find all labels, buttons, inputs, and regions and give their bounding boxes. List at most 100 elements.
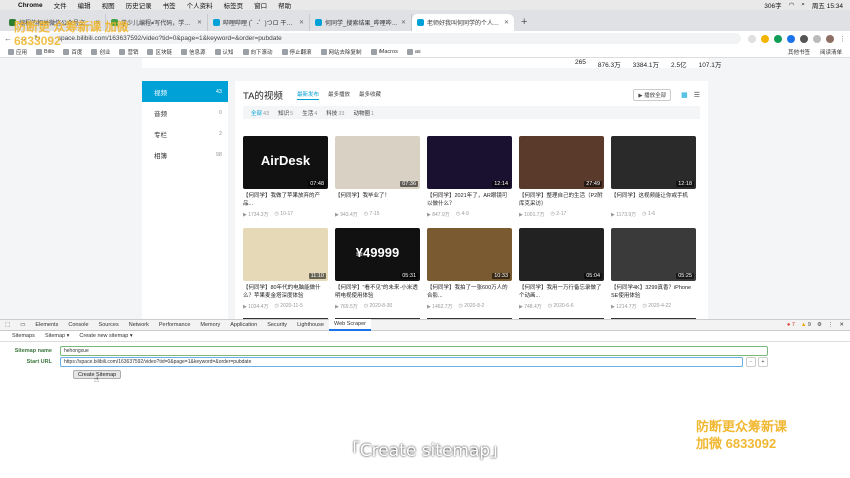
- sort-most-played[interactable]: 最多播放: [328, 90, 350, 100]
- devtools-tab-performance[interactable]: Performance: [154, 319, 196, 331]
- devtools-tab-sources[interactable]: Sources: [94, 319, 124, 331]
- menu-edit[interactable]: 编辑: [78, 0, 91, 10]
- devtools-tab-security[interactable]: Security: [262, 319, 292, 331]
- menu-help[interactable]: 帮助: [278, 0, 291, 10]
- app-menu[interactable]: Chrome: [18, 2, 43, 9]
- video-title[interactable]: 【何同学】我做了苹果放弃的产品...: [243, 192, 328, 208]
- sidebar-item-albums[interactable]: 相簿 98: [142, 144, 228, 165]
- other-bookmarks[interactable]: 其他书签: [788, 48, 810, 56]
- browser-tab-active[interactable]: 老师好我叫何同学的个人空间_哔✕: [412, 14, 514, 31]
- sitemap-name-input[interactable]: hehongxue: [60, 346, 768, 356]
- menu-history[interactable]: 历史记录: [126, 0, 152, 10]
- video-card[interactable]: 11:10 【何同学】80年代的电脑能做什么？苹果麦金塔深度体验 ▶ 1034.4万…: [243, 228, 328, 312]
- bookmark-item[interactable]: 认知: [214, 48, 234, 56]
- error-count[interactable]: ● 7: [787, 322, 795, 328]
- devtools-tab-memory[interactable]: Memory: [195, 319, 225, 331]
- video-thumbnail[interactable]: 05:04: [519, 228, 604, 281]
- video-thumbnail[interactable]: 05:25: [611, 228, 696, 281]
- bookmark-item[interactable]: 停止翻滚: [281, 48, 312, 56]
- bookmark-item[interactable]: 网站去除复制: [320, 48, 362, 56]
- settings-gear-icon[interactable]: ⚙: [817, 322, 822, 328]
- video-title[interactable]: 【何同学】"看不见"的未来·小米透明电视使用体验: [335, 284, 420, 300]
- menu-file[interactable]: 文件: [54, 0, 67, 10]
- reading-list[interactable]: 阅读清单: [820, 48, 842, 56]
- sidebar-item-video[interactable]: 视频 43: [142, 81, 228, 102]
- extension-icon[interactable]: [787, 34, 795, 43]
- bookmark-item[interactable]: 创业: [91, 48, 110, 56]
- list-view-icon[interactable]: ☰: [694, 91, 700, 99]
- video-thumbnail[interactable]: ¥49999 05:31: [335, 228, 420, 281]
- video-card[interactable]: ¥49999 05:31 【何同学】"看不见"的未来·小米透明电视使用体验 ▶ 769…: [335, 228, 420, 312]
- warning-count[interactable]: ▲ 9: [801, 322, 811, 328]
- sidebar-item-articles[interactable]: 专栏 2: [142, 123, 228, 144]
- browser-tab[interactable]: 哔哩哔哩 (゜-゜)つロ 干杯~-bilib✕: [208, 14, 310, 31]
- devtools-tab-lighthouse[interactable]: Lighthouse: [292, 319, 329, 331]
- close-icon[interactable]: ✕: [299, 19, 304, 26]
- wifi-icon[interactable]: ◠: [789, 1, 795, 9]
- video-title[interactable]: 【何同学】我拍了一张600万人的合影...: [427, 284, 512, 300]
- stat-following[interactable]: 265: [575, 59, 586, 69]
- video-title[interactable]: 【何同学】我毕业了！: [335, 192, 420, 208]
- close-icon[interactable]: ✕: [504, 19, 509, 26]
- video-title[interactable]: 【何同学】80年代的电脑能做什么？苹果麦金塔深度体验: [243, 284, 328, 300]
- close-icon[interactable]: ✕: [401, 19, 406, 26]
- video-title[interactable]: 【何同学4K】3299真香？iPhone SE使用体验: [611, 284, 696, 300]
- menu-view[interactable]: 视图: [102, 0, 115, 10]
- clock-text[interactable]: 周五 15:34: [812, 0, 843, 10]
- close-devtools-icon[interactable]: ✕: [839, 322, 844, 328]
- video-card[interactable]: 27:49 【何同学】整理自己的生活（P2附库克采访） ▶ 1001.7万 ◷ 2-1…: [519, 136, 604, 220]
- inspect-icon[interactable]: ⬚: [0, 319, 15, 331]
- video-title[interactable]: 【何同学】这视频能让你戒手机: [611, 192, 696, 208]
- video-card[interactable]: 05:25 【何同学4K】3299真香？iPhone SE使用体验 ▶ 1214.7…: [611, 228, 696, 312]
- video-thumbnail[interactable]: 12:18: [611, 136, 696, 189]
- bookmark-item[interactable]: 应用: [8, 48, 27, 56]
- menu-bookmarks[interactable]: 书签: [163, 0, 176, 10]
- video-card[interactable]: 12:18 【何同学】这视频能让你戒手机 ▶ 1173.9万 ◷ 1-6: [611, 136, 696, 220]
- devtools-tab-elements[interactable]: Elements: [30, 319, 63, 331]
- extension-icon[interactable]: [774, 34, 782, 43]
- filter-life[interactable]: 生活4: [302, 109, 317, 117]
- menu-profile[interactable]: 个人资料: [187, 0, 213, 10]
- back-icon[interactable]: ←: [4, 34, 12, 43]
- add-url-button[interactable]: +: [758, 357, 768, 367]
- grid-view-icon[interactable]: ▦: [681, 91, 688, 99]
- puzzle-icon[interactable]: [813, 34, 821, 43]
- search-icon[interactable]: ⌕: [801, 1, 805, 9]
- devtools-tab-console[interactable]: Console: [63, 319, 93, 331]
- nav-sitemap-dropdown[interactable]: Sitemap ▾: [45, 333, 69, 339]
- video-thumbnail[interactable]: 12:14: [427, 136, 512, 189]
- filter-tech[interactable]: 科技33: [326, 109, 344, 117]
- menu-tab[interactable]: 标签页: [224, 0, 244, 10]
- stat-followers[interactable]: 876.3万: [598, 59, 621, 69]
- video-card[interactable]: 10:33 【何同学】我拍了一张600万人的合影... ▶ 1462.7万 ◷ 202…: [427, 228, 512, 312]
- filter-knowledge[interactable]: 知识5: [278, 109, 293, 117]
- share-icon[interactable]: [748, 34, 756, 43]
- sidebar-item-audio[interactable]: 音频 0: [142, 102, 228, 123]
- remove-url-button[interactable]: -: [746, 357, 756, 367]
- bookmark-item[interactable]: Bilib: [36, 48, 54, 55]
- filter-animals[interactable]: 动物圈1: [353, 109, 374, 117]
- bookmark-item[interactable]: iMacros: [370, 48, 398, 55]
- web-scraper-icon[interactable]: [800, 34, 808, 43]
- video-thumbnail[interactable]: AirDesk 07:48: [243, 136, 328, 189]
- bookmark-item[interactable]: 区块链: [147, 48, 172, 56]
- video-title[interactable]: 【何同学】我用一万行备忘录做了个动画...: [519, 284, 604, 300]
- bookmark-star-icon[interactable]: [761, 34, 769, 43]
- bookmark-item[interactable]: 营销: [119, 48, 138, 56]
- video-thumbnail[interactable]: 10:33: [427, 228, 512, 281]
- browser-tab[interactable]: 何同学_搜索结果_哔哩哔哩_Bilib✕: [310, 14, 412, 31]
- menu-icon[interactable]: ⋮: [839, 35, 846, 43]
- devtools-tab-application[interactable]: Application: [225, 319, 262, 331]
- video-title[interactable]: 【何同学】整理自己的生活（P2附库克采访）: [519, 192, 604, 208]
- devtools-tab-network[interactable]: Network: [124, 319, 154, 331]
- bookmark-item[interactable]: 信息源: [180, 48, 206, 56]
- bookmark-item[interactable]: 向下滚动: [242, 48, 273, 56]
- avatar[interactable]: [826, 34, 834, 43]
- new-tab-button[interactable]: +: [514, 16, 534, 31]
- device-toggle-icon[interactable]: ▭: [15, 319, 30, 331]
- start-url-input[interactable]: https://space.bilibili.com/163637592/vid…: [60, 357, 743, 367]
- bookmark-item[interactable]: as: [406, 48, 421, 55]
- video-thumbnail[interactable]: 27:49: [519, 136, 604, 189]
- video-title[interactable]: 【何同学】2021年了，AR眼镜可以做什么？: [427, 192, 512, 208]
- more-options-icon[interactable]: ⋮: [828, 322, 834, 328]
